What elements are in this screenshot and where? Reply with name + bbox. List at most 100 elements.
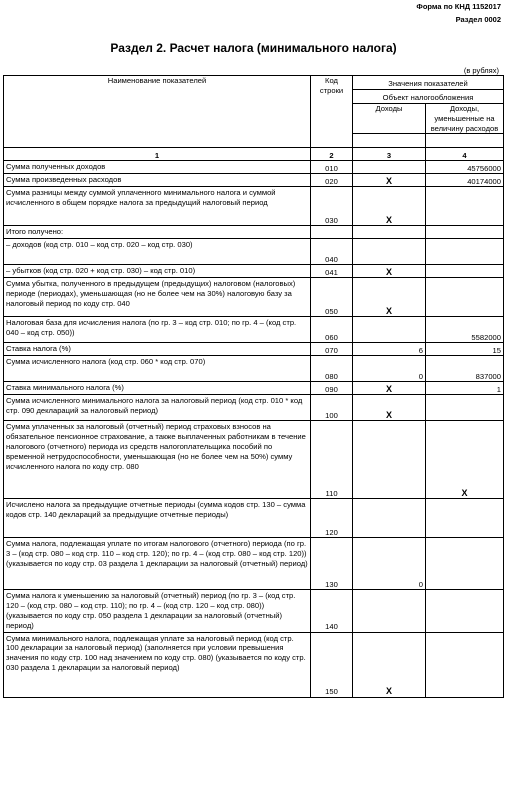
row-name: Сумма исчисленного налога (код стр. 060 … <box>3 355 311 383</box>
table-row: Сумма минимального налога, подлежащая уп… <box>3 631 504 698</box>
row-income-minus-value <box>425 589 504 633</box>
row-income-minus-value <box>425 186 504 227</box>
row-name: Сумма произведенных расходов <box>3 173 311 188</box>
row-code: 050 <box>310 277 353 318</box>
row-code: 130 <box>310 537 353 591</box>
row-income-minus-value: 1 <box>425 381 504 396</box>
row-income-value <box>352 225 426 240</box>
row-code: 100 <box>310 394 353 422</box>
row-code: 140 <box>310 589 353 633</box>
row-income-minus-value <box>425 394 504 422</box>
table-row: – доходов (код стр. 010 – код стр. 020 –… <box>3 238 504 266</box>
row-income-minus-value: X <box>425 420 504 500</box>
row-income-value: X <box>352 186 426 227</box>
row-code: 040 <box>310 238 353 266</box>
table-row: Налоговая база для исчисления налога (по… <box>3 316 504 344</box>
table-row: Сумма исчисленного налога (код стр. 060 … <box>3 355 504 383</box>
table-row: Сумма налога к уменьшению за налоговый (… <box>3 589 504 633</box>
header-income: Доходы <box>352 102 426 135</box>
row-income-value <box>352 238 426 266</box>
row-income-value: X <box>352 631 426 698</box>
row-income-value: X <box>352 394 426 422</box>
row-code <box>310 225 353 240</box>
units-note: (в рублях) <box>463 66 499 75</box>
header-object: Объект налогообложения <box>352 89 504 104</box>
header-code: Код строки <box>310 74 353 149</box>
row-name: Итого получено: <box>3 225 311 240</box>
row-name: Сумма уплаченных за налоговый (отчетный)… <box>3 420 311 500</box>
row-income-value: X <box>352 264 426 279</box>
tax-calculation-table: Наименование показателей Код строки Знач… <box>3 74 504 698</box>
row-code: 080 <box>310 355 353 383</box>
row-income-value: X <box>352 173 426 188</box>
row-income-value <box>352 498 426 539</box>
row-income-value <box>352 316 426 344</box>
form-code: Форма по КНД 1152017 <box>416 2 501 11</box>
row-name: Ставка минимального налога (%) <box>3 381 311 396</box>
row-name: Налоговая база для исчисления налога (по… <box>3 316 311 344</box>
section-code: Раздел 0002 <box>455 15 501 24</box>
colnum-2: 2 <box>310 147 353 162</box>
row-income-minus-value <box>425 537 504 591</box>
row-code: 020 <box>310 173 353 188</box>
row-income-minus-value <box>425 631 504 698</box>
table-row: Сумма полученных доходов 010 45756000 <box>3 160 504 175</box>
row-name: Ставка налога (%) <box>3 342 311 357</box>
row-name: Исчислено налога за предыдущие отчетные … <box>3 498 311 539</box>
row-income-minus-value <box>425 277 504 318</box>
row-name: Сумма налога к уменьшению за налоговый (… <box>3 589 311 633</box>
colnum-1: 1 <box>3 147 311 162</box>
row-code: 150 <box>310 631 353 698</box>
row-code: 010 <box>310 160 353 175</box>
table-row: Сумма произведенных расходов 020 X 40174000 <box>3 173 504 188</box>
header-income-minus: Доходы, уменьшенные на величину расходов <box>425 102 504 135</box>
row-income-minus-value <box>425 238 504 266</box>
table-row: Итого получено: <box>3 225 504 240</box>
table-row: Сумма убытка, полученного в предыдущем (… <box>3 277 504 318</box>
table-row: – убытков (код стр. 020 + код стр. 030) … <box>3 264 504 279</box>
row-income-minus-value: 15 <box>425 342 504 357</box>
row-income-value: X <box>352 381 426 396</box>
row-name: Сумма минимального налога, подлежащая уп… <box>3 631 311 698</box>
header-values: Значения показателей <box>352 75 504 90</box>
row-code: 060 <box>310 316 353 344</box>
row-income-value <box>352 420 426 500</box>
table-body: Сумма полученных доходов 010 45756000 Сумма… <box>3 160 504 698</box>
row-name: – убытков (код стр. 020 + код стр. 030) … <box>3 264 311 279</box>
row-income-minus-value: 45756000 <box>425 160 504 175</box>
table-row: Ставка минимального налога (%) 090 X 1 <box>3 381 504 396</box>
table-row: Ставка налога (%) 070 6 15 <box>3 342 504 357</box>
colnum-3: 3 <box>352 147 426 162</box>
row-income-value: X <box>352 277 426 318</box>
table-row: Сумма разницы между суммой уплаченного м… <box>3 186 504 227</box>
row-name: Сумма убытка, полученного в предыдущем (… <box>3 277 311 318</box>
row-code: 110 <box>310 420 353 500</box>
table-row: Сумма уплаченных за налоговый (отчетный)… <box>3 420 504 500</box>
row-income-minus-value: 837000 <box>425 355 504 383</box>
row-income-value <box>352 160 426 175</box>
row-code: 030 <box>310 186 353 227</box>
table-row: Исчислено налога за предыдущие отчетные … <box>3 498 504 539</box>
row-income-value <box>352 589 426 633</box>
row-code: 070 <box>310 342 353 357</box>
row-name: Сумма исчисленного минимального налога з… <box>3 394 311 422</box>
row-income-minus-value <box>425 498 504 539</box>
row-code: 041 <box>310 264 353 279</box>
row-name: – доходов (код стр. 010 – код стр. 020 –… <box>3 238 311 266</box>
header-name: Наименование показателей <box>3 74 311 149</box>
row-income-minus-value: 40174000 <box>425 173 504 188</box>
row-income-minus-value: 5582000 <box>425 316 504 344</box>
row-income-value: 6 <box>352 342 426 357</box>
row-income-value: 0 <box>352 537 426 591</box>
colnum-4: 4 <box>425 147 504 162</box>
row-code: 120 <box>310 498 353 539</box>
row-name: Сумма разницы между суммой уплаченного м… <box>3 186 311 227</box>
row-name: Сумма налога, подлежащая уплате по итога… <box>3 537 311 591</box>
row-name: Сумма полученных доходов <box>3 160 311 175</box>
row-income-minus-value <box>425 225 504 240</box>
row-income-value: 0 <box>352 355 426 383</box>
table-row: Сумма налога, подлежащая уплате по итога… <box>3 537 504 591</box>
row-code: 090 <box>310 381 353 396</box>
table-row: Сумма исчисленного минимального налога з… <box>3 394 504 422</box>
page-title: Раздел 2. Расчет налога (минимального на… <box>110 41 397 55</box>
